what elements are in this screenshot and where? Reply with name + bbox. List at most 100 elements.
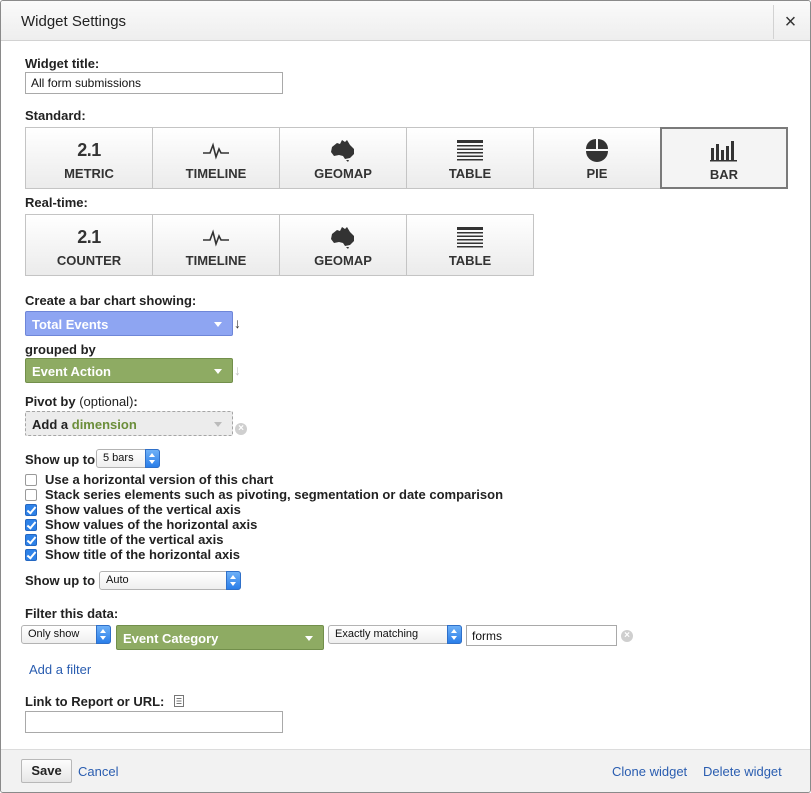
pivot-optional: (optional) <box>79 394 134 409</box>
tile-realtime-timeline[interactable]: TIMELINE <box>152 214 280 276</box>
widget-settings-dialog: Widget Settings × Widget title: Standard… <box>0 0 811 793</box>
show-up-to-2-value: Auto <box>106 574 129 586</box>
tile-realtime-geomap[interactable]: GEOMAP <box>279 214 407 276</box>
link-url-input[interactable] <box>25 711 283 733</box>
bar-icon <box>710 141 737 162</box>
timeline-icon <box>203 229 229 247</box>
show-up-to-select[interactable]: 5 bars <box>96 449 160 468</box>
chevron-down-icon <box>214 322 222 327</box>
show-up-to-label: Show up to <box>25 452 96 467</box>
table-icon <box>457 140 483 161</box>
tile-label: TIMELINE <box>185 166 247 181</box>
option-label: Show values of the horizontal axis <box>45 517 258 532</box>
option-stack-row[interactable]: Stack series elements such as pivoting, … <box>25 487 503 502</box>
filter-dimension-dropdown[interactable]: Event Category <box>116 625 324 650</box>
pivot-label-text: Pivot by <box>25 394 76 409</box>
filter-mode-select[interactable]: Only show <box>21 625 111 644</box>
filter-label: Filter this data: <box>25 606 119 621</box>
option-horizontal-row[interactable]: Use a horizontal version of this chart <box>25 472 273 487</box>
metric-dropdown-label: Total Events <box>32 317 109 332</box>
metric-dropdown[interactable]: Total Events <box>25 311 233 336</box>
tile-standard-geomap[interactable]: GEOMAP <box>279 127 407 189</box>
filter-value-input[interactable] <box>466 625 617 646</box>
chevron-down-icon <box>214 422 222 427</box>
pivot-colon: : <box>133 394 138 409</box>
tile-standard-timeline[interactable]: TIMELINE <box>152 127 280 189</box>
option-label: Show title of the horizontal axis <box>45 547 241 562</box>
pivot-label: Pivot by (optional): <box>25 394 138 409</box>
pivot-dropdown[interactable]: Add a dimension <box>25 411 233 436</box>
counter-icon: 2.1 <box>77 226 101 247</box>
tile-label: GEOMAP <box>314 253 372 268</box>
cancel-link[interactable]: Cancel <box>78 764 118 779</box>
option-label: Stack series elements such as pivoting, … <box>45 487 504 502</box>
link-label-text: Link to Report or URL: <box>25 694 165 709</box>
checkbox-checked[interactable] <box>25 518 37 531</box>
clear-pivot-icon[interactable]: × <box>235 423 247 435</box>
option-horizontal-title-row[interactable]: Show title of the horizontal axis <box>25 547 240 562</box>
standard-label: Standard: <box>25 108 86 123</box>
document-icon[interactable] <box>174 695 185 707</box>
clear-filter-icon[interactable]: × <box>621 630 633 642</box>
grouped-by-label: grouped by <box>25 342 96 357</box>
dimension-dropdown[interactable]: Event Action <box>25 358 233 383</box>
tile-label: TIMELINE <box>185 253 247 268</box>
pivot-add-text: Add a <box>32 417 69 432</box>
standard-tiles: 2.1 METRIC TIMELINE GEOMAP TABLE PIE BAR <box>25 127 788 189</box>
option-horizontal-values-row[interactable]: Show values of the horizontal axis <box>25 517 257 532</box>
filter-match-select[interactable]: Exactly matching <box>328 625 462 644</box>
filter-mode-value: Only show <box>28 628 80 640</box>
tile-standard-bar[interactable]: BAR <box>660 127 788 189</box>
chevron-down-icon <box>214 369 222 374</box>
tile-standard-pie[interactable]: PIE <box>533 127 661 189</box>
select-stepper-icon <box>447 625 462 644</box>
widget-title-label: Widget title: <box>25 56 100 71</box>
pie-icon <box>586 139 608 162</box>
select-stepper-icon <box>226 571 241 590</box>
option-label: Show title of the vertical axis <box>45 532 224 547</box>
dialog-titlebar: Widget Settings × <box>1 1 810 41</box>
realtime-tiles: 2.1 COUNTER TIMELINE GEOMAP TABLE <box>25 214 534 276</box>
tile-label: METRIC <box>64 166 114 181</box>
tile-standard-table[interactable]: TABLE <box>406 127 534 189</box>
clone-widget-link[interactable]: Clone widget <box>612 764 687 779</box>
show-up-to-value: 5 bars <box>103 452 134 464</box>
sort-arrow-down-icon[interactable]: ↓ <box>234 362 241 378</box>
tile-label: COUNTER <box>56 253 122 268</box>
pivot-dimension-text: dimension <box>71 417 137 432</box>
checkbox[interactable] <box>25 488 37 501</box>
checkbox-checked[interactable] <box>25 503 37 516</box>
tile-label: BAR <box>709 167 739 182</box>
geomap-icon <box>331 227 354 249</box>
sort-arrow-down-icon[interactable]: ↓ <box>234 315 241 331</box>
chevron-down-icon <box>305 636 313 641</box>
filter-dimension-label: Event Category <box>123 631 219 646</box>
widget-title-input[interactable] <box>25 72 283 94</box>
close-icon[interactable]: × <box>773 5 807 39</box>
delete-widget-link[interactable]: Delete widget <box>703 764 782 779</box>
dimension-dropdown-label: Event Action <box>32 364 111 379</box>
checkbox-checked[interactable] <box>25 548 37 561</box>
timeline-icon <box>203 142 229 160</box>
option-label: Show values of the vertical axis <box>45 502 241 517</box>
tile-standard-metric[interactable]: 2.1 METRIC <box>25 127 153 189</box>
add-filter-link[interactable]: Add a filter <box>29 662 91 677</box>
dialog-body: Widget title: Standard: 2.1 METRIC TIMEL… <box>5 41 806 749</box>
tile-realtime-table[interactable]: TABLE <box>406 214 534 276</box>
checkbox[interactable] <box>25 473 37 486</box>
save-button[interactable]: Save <box>21 759 72 783</box>
filter-match-value: Exactly matching <box>335 628 419 640</box>
select-stepper-icon <box>96 625 111 644</box>
realtime-label: Real-time: <box>25 195 88 210</box>
dialog-title: Widget Settings <box>21 13 127 30</box>
option-vertical-title-row[interactable]: Show title of the vertical axis <box>25 532 223 547</box>
show-up-to-2-select[interactable]: Auto <box>99 571 241 590</box>
option-vertical-values-row[interactable]: Show values of the vertical axis <box>25 502 241 517</box>
checkbox-checked[interactable] <box>25 533 37 546</box>
tile-label: TABLE <box>448 253 492 268</box>
option-label: Use a horizontal version of this chart <box>45 472 274 487</box>
table-icon <box>457 227 483 248</box>
tile-realtime-counter[interactable]: 2.1 COUNTER <box>25 214 153 276</box>
select-stepper-icon <box>145 449 160 468</box>
tile-label: GEOMAP <box>314 166 372 181</box>
